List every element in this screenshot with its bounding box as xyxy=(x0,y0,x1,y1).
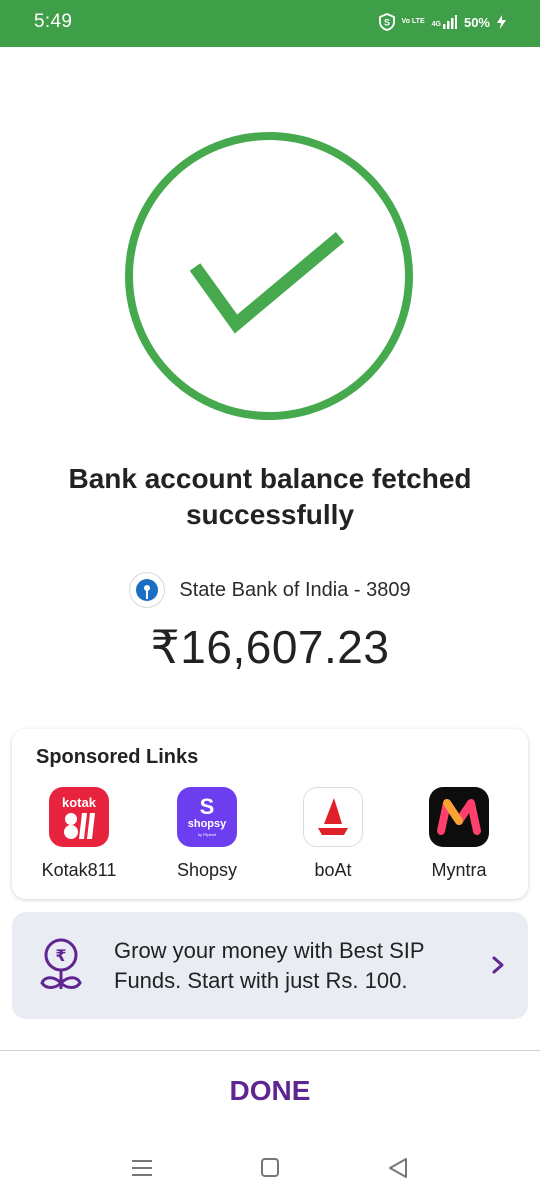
signal-group: 4G xyxy=(432,15,457,29)
menu-icon[interactable] xyxy=(127,1156,157,1180)
sponsored-links-title: Sponsored Links xyxy=(36,746,199,768)
shopsy-logo-letter: S xyxy=(200,794,215,819)
success-headline: Bank account balance fetched successfull… xyxy=(68,463,472,530)
svg-text:S: S xyxy=(384,18,390,28)
sponsored-links-card: Sponsored Links kotak Kotak811 S shopsy … xyxy=(12,729,528,899)
app-label: boAt xyxy=(314,860,352,880)
app-label: Kotak811 xyxy=(41,860,117,880)
sbi-logo-icon xyxy=(129,572,166,608)
bank-account-row: State Bank of India - 3809 xyxy=(0,572,540,608)
app-myntra[interactable]: Myntra xyxy=(409,787,509,881)
signal-icon xyxy=(442,15,457,29)
system-navigation-bar xyxy=(0,1140,540,1200)
boat-sail-icon xyxy=(303,787,363,847)
rupee-plant-icon: ₹ xyxy=(40,938,82,989)
shopsy-logo-byline: by Flipkart xyxy=(198,832,217,837)
bank-account-label: State Bank of India - 3809 xyxy=(179,578,411,601)
status-bar: 5:49 S Vo LTE 4G 50% xyxy=(0,0,540,47)
chevron-right-icon xyxy=(492,956,504,974)
shopsy-logo-word: shopsy xyxy=(188,818,227,830)
app-shopsy[interactable]: S shopsy by Flipkart Shopsy xyxy=(157,787,257,881)
footer-divider xyxy=(0,1050,540,1051)
sponsored-apps: kotak Kotak811 S shopsy by Flipkart Shop… xyxy=(12,787,528,887)
app-boat[interactable]: boAt xyxy=(283,787,383,881)
volte-indicator: Vo LTE xyxy=(401,18,425,25)
app-label: Myntra xyxy=(431,860,487,880)
shield-icon: S xyxy=(378,13,395,31)
shopsy-icon: S shopsy by Flipkart xyxy=(177,787,237,847)
status-icons: S Vo LTE 4G 50% xyxy=(378,13,506,31)
square-icon[interactable] xyxy=(255,1156,285,1180)
done-button[interactable]: DONE xyxy=(170,1066,370,1116)
network-type: 4G xyxy=(431,21,441,28)
app-label: Shopsy xyxy=(176,860,238,880)
check-circle-icon xyxy=(125,132,413,420)
back-triangle-icon[interactable] xyxy=(384,1156,414,1180)
status-time: 5:49 xyxy=(34,11,73,32)
sip-promo-text: Grow your money with Best SIP Funds. Sta… xyxy=(114,938,425,993)
app-kotak811[interactable]: kotak Kotak811 xyxy=(29,787,129,881)
myntra-m-icon xyxy=(429,787,489,847)
success-check xyxy=(123,130,415,422)
battery-percent: 50% xyxy=(463,14,490,30)
svg-text:₹: ₹ xyxy=(55,946,66,965)
kotak-logo-text: kotak xyxy=(62,795,97,810)
sip-promo-banner[interactable]: ₹ Grow your money with Best SIP Funds. S… xyxy=(12,912,528,1019)
account-balance: ₹16,607.23 xyxy=(150,621,390,673)
kotak811-icon: kotak xyxy=(49,787,109,847)
charging-icon xyxy=(497,15,506,29)
